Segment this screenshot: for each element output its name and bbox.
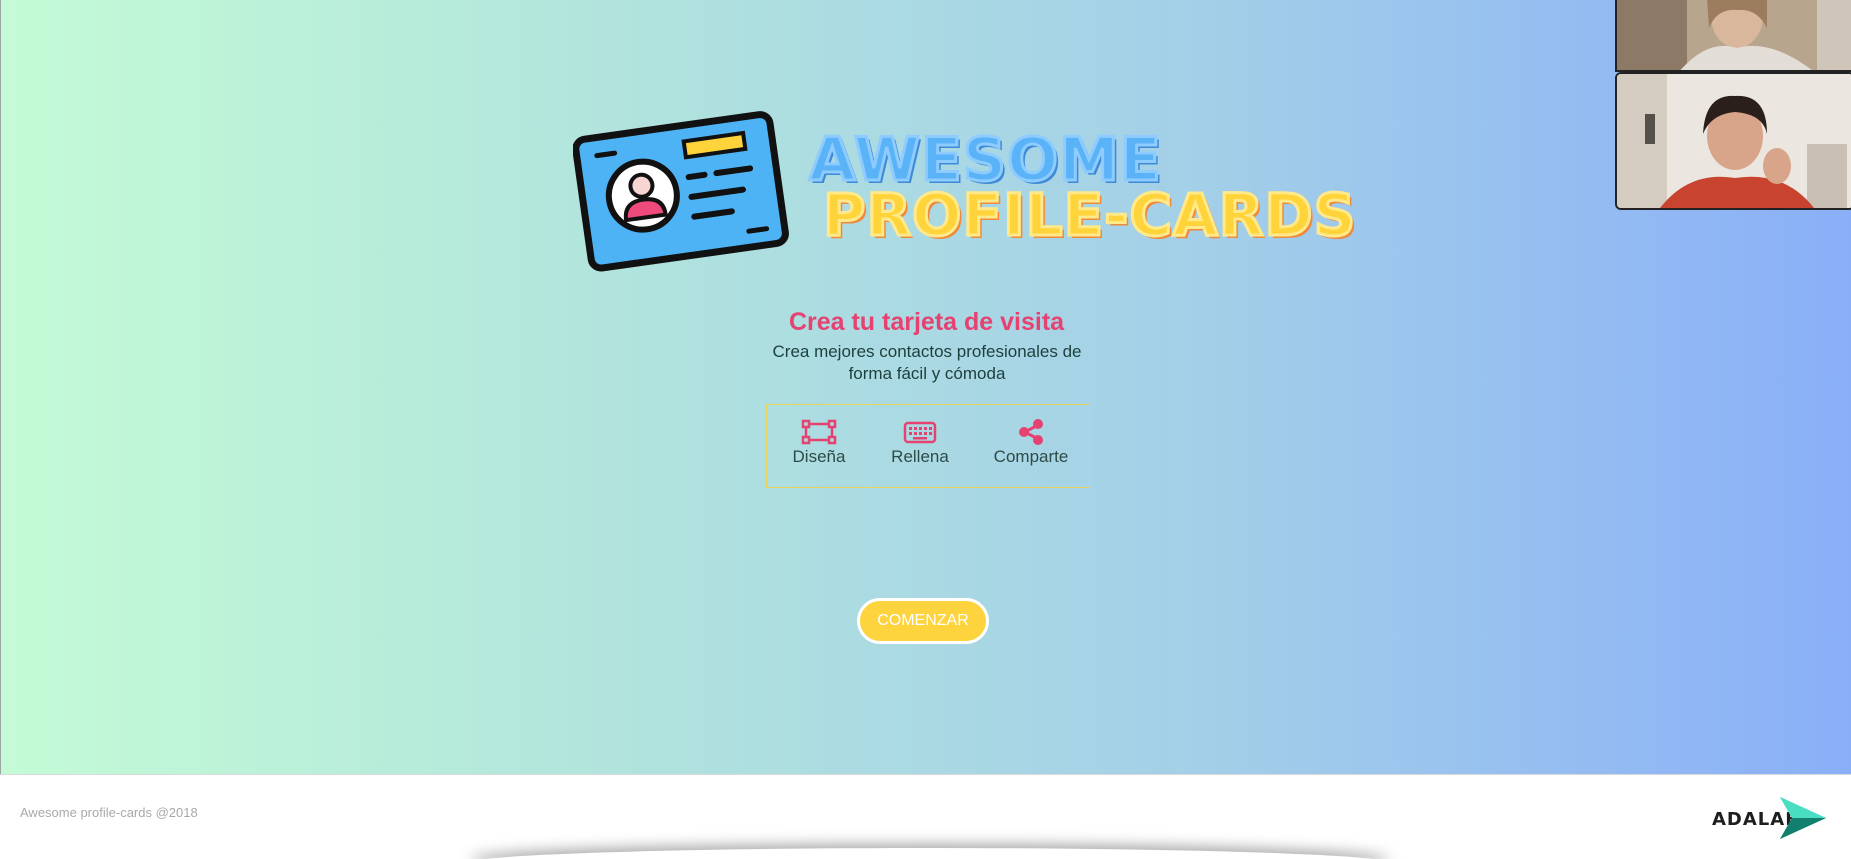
share-icon <box>1019 419 1043 445</box>
keyboard-icon <box>903 421 937 444</box>
page-title: Crea tu tarjeta de visita <box>788 308 1065 336</box>
page-subtitle: Crea mejores contactos profesionales de … <box>772 342 1082 383</box>
step-label-design: Diseña <box>792 447 846 466</box>
video-participant-2[interactable] <box>1615 72 1851 210</box>
step-fill: Rellena <box>884 419 956 467</box>
profile-card-icon <box>573 111 789 272</box>
footer: Awesome profile-cards @2018 ADALAB <box>0 774 1851 859</box>
step-label-fill: Rellena <box>891 447 949 466</box>
participant-1-video-icon <box>1617 0 1851 70</box>
page: AWESOME PROFILE-CARDS Crea tu tarjeta de… <box>0 0 1851 859</box>
steps-box: Diseña Rellena Comparte <box>766 404 1090 488</box>
footer-copyright: Awesome profile-cards @2018 <box>20 805 198 820</box>
adalab-arrow-icon <box>1780 797 1826 839</box>
hero-section: AWESOME PROFILE-CARDS Crea tu tarjeta de… <box>0 0 1851 774</box>
video-participant-1[interactable] <box>1615 0 1851 72</box>
object-group-icon <box>801 419 837 445</box>
step-design: Diseña <box>789 419 849 467</box>
app-logo: AWESOME PROFILE-CARDS <box>573 104 1357 284</box>
step-label-share: Comparte <box>993 447 1069 466</box>
start-button[interactable]: COMENZAR <box>857 598 989 644</box>
participant-2-video-icon <box>1617 74 1851 208</box>
logo-text-profile-cards: PROFILE-CARDS <box>821 181 1357 249</box>
step-share: Comparte <box>989 419 1073 467</box>
adalab-logo[interactable]: ADALAB <box>1712 795 1828 841</box>
